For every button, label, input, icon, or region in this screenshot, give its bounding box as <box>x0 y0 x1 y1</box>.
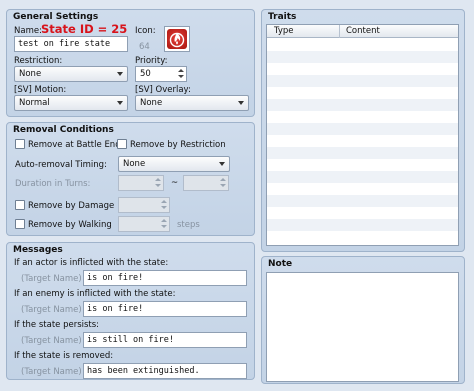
trait-row[interactable] <box>267 195 458 207</box>
by-damage-checkbox[interactable] <box>15 200 25 210</box>
motion-label: [SV] Motion: <box>14 85 67 95</box>
chevron-down-icon <box>117 72 123 76</box>
enemy-target-name: (Target Name) <box>21 305 82 315</box>
col-content-header[interactable]: Content <box>346 26 380 36</box>
priority-label: Priority: <box>135 56 168 66</box>
trait-row[interactable] <box>267 231 458 243</box>
by-restriction-label: Remove by Restriction <box>130 140 226 150</box>
trait-row[interactable] <box>267 171 458 183</box>
general-settings-panel: General Settings Name: State ID = 25 Ico… <box>6 9 255 117</box>
duration-tilde: ~ <box>171 178 179 188</box>
trait-row[interactable] <box>267 159 458 171</box>
trait-row[interactable] <box>267 207 458 219</box>
persists-message-input[interactable]: is still on fire! <box>83 332 247 348</box>
persists-message-label: If the state persists: <box>14 320 100 330</box>
state-id-label: State ID = 25 <box>41 22 128 36</box>
enemy-message-label: If an enemy is inflicted with the state: <box>14 289 176 299</box>
trait-row[interactable] <box>267 183 458 195</box>
motion-value: Normal <box>19 98 50 108</box>
fire-icon <box>169 32 185 48</box>
note-title: Note <box>268 259 293 269</box>
chevron-down-icon <box>219 162 225 166</box>
restriction-label: Restriction: <box>14 56 63 66</box>
damage-percent-stepper[interactable] <box>118 197 170 213</box>
trait-row[interactable] <box>267 111 458 123</box>
auto-timing-select[interactable]: None <box>118 156 230 172</box>
by-walking-label: Remove by Walking <box>28 220 112 230</box>
trait-row[interactable] <box>267 135 458 147</box>
overlay-value: None <box>140 98 163 108</box>
removal-conditions-title: Removal Conditions <box>13 125 114 135</box>
removed-message-input[interactable]: has been extinguished. <box>83 363 247 379</box>
restriction-select[interactable]: None <box>14 66 128 82</box>
by-restriction-checkbox[interactable] <box>117 139 127 149</box>
general-settings-title: General Settings <box>13 12 99 22</box>
battle-end-checkbox[interactable] <box>15 139 25 149</box>
motion-select[interactable]: Normal <box>14 95 128 111</box>
duration-max-stepper[interactable] <box>183 175 229 191</box>
spin-arrows-icon[interactable] <box>160 199 168 211</box>
auto-timing-label: Auto-removal Timing: <box>15 160 107 170</box>
messages-panel: Messages If an actor is inflicted with t… <box>6 242 255 380</box>
chevron-down-icon <box>238 101 244 105</box>
spin-arrows-icon[interactable] <box>154 177 162 189</box>
overlay-select[interactable]: None <box>135 95 249 111</box>
traits-table[interactable]: Type Content <box>266 24 459 246</box>
trait-row[interactable] <box>267 87 458 99</box>
chevron-down-icon <box>117 101 123 105</box>
duration-label: Duration in Turns: <box>15 179 91 189</box>
note-textarea[interactable] <box>266 272 459 382</box>
name-input[interactable]: test on fire state <box>14 36 128 52</box>
traits-table-header: Type Content <box>267 25 458 38</box>
spin-arrows-icon[interactable] <box>160 218 168 230</box>
trait-row[interactable] <box>267 147 458 159</box>
trait-row[interactable] <box>267 39 458 51</box>
walking-steps-stepper[interactable] <box>118 216 170 232</box>
trait-row[interactable] <box>267 75 458 87</box>
persists-target-name: (Target Name) <box>21 336 82 346</box>
actor-target-name: (Target Name) <box>21 274 82 284</box>
priority-stepper[interactable]: 50 <box>135 66 187 82</box>
enemy-message-input[interactable]: is on fire! <box>83 301 247 317</box>
trait-row[interactable] <box>267 51 458 63</box>
spin-arrows-icon[interactable] <box>219 177 227 189</box>
traits-title: Traits <box>268 12 297 22</box>
auto-timing-value: None <box>123 159 146 169</box>
icon-picker[interactable] <box>164 26 190 52</box>
overlay-label: [SV] Overlay: <box>135 85 191 95</box>
actor-message-label: If an actor is inflicted with the state: <box>14 258 169 268</box>
duration-min-stepper[interactable] <box>118 175 164 191</box>
steps-label: steps <box>177 220 200 230</box>
col-type-header[interactable]: Type <box>274 26 294 36</box>
trait-row[interactable] <box>267 219 458 231</box>
removed-target-name: (Target Name) <box>21 367 82 377</box>
icon-index: 64 <box>139 42 150 52</box>
actor-message-input[interactable]: is on fire! <box>83 270 247 286</box>
removal-conditions-panel: Removal Conditions Remove at Battle End … <box>6 122 255 236</box>
icon-label: Icon: <box>135 26 156 36</box>
by-damage-label: Remove by Damage <box>28 201 115 211</box>
removed-message-label: If the state is removed: <box>14 351 114 361</box>
trait-row[interactable] <box>267 99 458 111</box>
name-label: Name: <box>14 26 42 36</box>
restriction-value: None <box>19 69 42 79</box>
by-walking-checkbox[interactable] <box>15 219 25 229</box>
priority-value: 50 <box>140 69 151 79</box>
trait-row[interactable] <box>267 123 458 135</box>
spin-arrows-icon[interactable] <box>177 68 185 80</box>
messages-title: Messages <box>13 245 63 255</box>
battle-end-label: Remove at Battle End <box>28 140 121 150</box>
trait-row[interactable] <box>267 63 458 75</box>
